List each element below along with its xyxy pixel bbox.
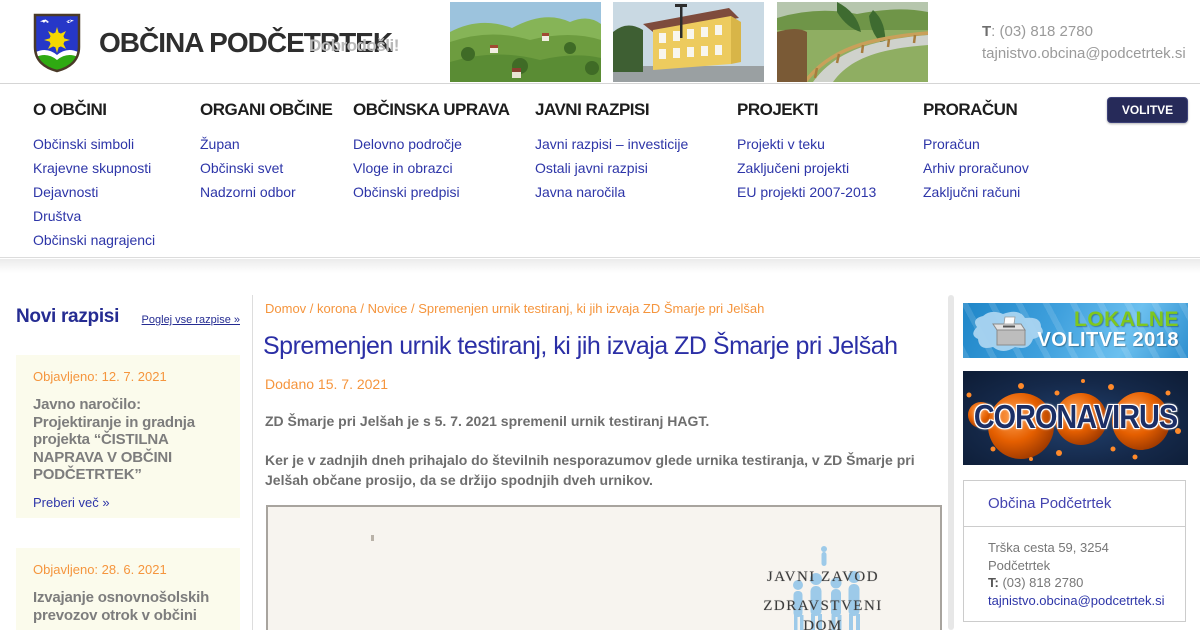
- nav-column-projekti: PROJEKTI Projekti v teku Zaključeni proj…: [737, 100, 876, 204]
- banner-volitve-text: LOKALNE VOLITVE 2018: [1037, 309, 1179, 351]
- razpis-card: Objavljeno: 28. 6. 2021 Izvajanje osnovn…: [16, 548, 240, 630]
- nav-link-vloge-in-obrazci[interactable]: Vloge in obrazci: [353, 156, 510, 180]
- municipality-coat-of-arms-logo[interactable]: [33, 12, 81, 74]
- nav-column-obcinska-uprava: OBČINSKA UPRAVA Delovno področje Vloge i…: [353, 100, 510, 204]
- nav-link-javna-narocila[interactable]: Javna naročila: [535, 180, 688, 204]
- nav-link-drustva[interactable]: Društva: [33, 204, 155, 228]
- nav-link-zakljucni-racuni[interactable]: Zaključni računi: [923, 180, 1029, 204]
- razpis-title[interactable]: Izvajanje osnovnošolskih prevozov otrok …: [33, 589, 224, 624]
- nav-link-eu-projekti[interactable]: EU projekti 2007-2013: [737, 180, 876, 204]
- contact-card-title[interactable]: Občina Podčetrtek: [964, 481, 1185, 527]
- nav-title-proracun[interactable]: PRORAČUN: [923, 100, 1029, 120]
- razpis-published-date: Objavljeno: 12. 7. 2021: [33, 369, 167, 384]
- nav-link-arhiv-proracunov[interactable]: Arhiv proračunov: [923, 156, 1029, 180]
- nav-link-obcinski-predpisi[interactable]: Občinski predpisi: [353, 180, 510, 204]
- contact-card-body: Trška cesta 59, 3254 Podčetrtek T: (03) …: [964, 527, 1185, 609]
- coronavirus-banner[interactable]: CORONAVIRUS: [963, 371, 1188, 465]
- sidebar-title: Novi razpisi: [16, 306, 120, 327]
- article-paragraph: ZD Šmarje pri Jelšah je s 5. 7. 2021 spr…: [265, 413, 710, 429]
- banner-volitve-line2: VOLITVE 2018: [1037, 329, 1179, 351]
- contact-info-card: Občina Podčetrtek Trška cesta 59, 3254 P…: [963, 480, 1186, 622]
- nav-link-proracun[interactable]: Proračun: [923, 132, 1029, 156]
- breadcrumb-separator: /: [407, 301, 419, 316]
- nav-link-nadzorni-odbor[interactable]: Nadzorni odbor: [200, 180, 332, 204]
- main-navigation: O OBČINI Občinski simboli Krajevne skupn…: [0, 84, 1200, 258]
- contact-phone-label: T:: [988, 575, 999, 590]
- lokalne-volitve-banner[interactable]: LOKALNE VOLITVE 2018: [963, 303, 1188, 358]
- sidebar-divider: [252, 295, 253, 630]
- nav-title-obcinska-uprava[interactable]: OBČINSKA UPRAVA: [353, 100, 510, 120]
- nav-column-o-obcini: O OBČINI Občinski simboli Krajevne skupn…: [33, 100, 155, 252]
- banner-coronavirus-text: CORONAVIRUS: [973, 398, 1178, 436]
- volitve-2018-button[interactable]: VOLITVE 2018: [1107, 97, 1188, 141]
- scanned-document-image: JAVNI ZAVOD ZDRAVSTVENI DOM: [266, 505, 942, 630]
- welcome-text: Dobrodošli!: [309, 36, 399, 55]
- breadcrumb: Domov / korona / Novice / Spremenjen urn…: [265, 301, 764, 316]
- page: OBČINA PODČETRTEK Dobrodošli! T: (03) 81…: [0, 0, 1200, 630]
- nav-title-o-obcini[interactable]: O OBČINI: [33, 100, 155, 120]
- nav-title-javni-razpisi[interactable]: JAVNI RAZPISI: [535, 100, 688, 120]
- document-artifact: [371, 535, 374, 541]
- razpis-card: Objavljeno: 12. 7. 2021 Javno naročilo: …: [16, 355, 240, 518]
- header-contact: T: (03) 818 2780 tajnistvo.obcina@podcet…: [982, 21, 1186, 65]
- breadcrumb-link-domov[interactable]: Domov: [265, 301, 306, 316]
- header-phone: T: (03) 818 2780: [982, 21, 1186, 43]
- article-date: Dodano 15. 7. 2021: [265, 376, 388, 392]
- nav-link-zakljuceni-projekti[interactable]: Zaključeni projekti: [737, 156, 876, 180]
- nav-link-delovno-podrocje[interactable]: Delovno področje: [353, 132, 510, 156]
- contact-phone: T: (03) 818 2780: [988, 574, 1165, 592]
- razpis-published-date: Objavljeno: 28. 6. 2021: [33, 562, 167, 577]
- document-text-line: DOM: [803, 618, 843, 630]
- breadcrumb-separator: /: [306, 301, 318, 316]
- read-more-link[interactable]: Preberi več »: [33, 495, 224, 510]
- nav-column-proracun: PRORAČUN Proračun Arhiv proračunov Zaklj…: [923, 100, 1029, 204]
- nav-bottom-shadow: [0, 259, 1200, 273]
- nav-column-javni-razpisi: JAVNI RAZPISI Javni razpisi – investicij…: [535, 100, 688, 204]
- nav-link-obcinski-simboli[interactable]: Občinski simboli: [33, 132, 155, 156]
- nav-title-organi-obcine[interactable]: ORGANI OBČINE: [200, 100, 333, 120]
- header-photo-building: [613, 2, 764, 82]
- contact-email-link[interactable]: tajnistvo.obcina@podcetrtek.si: [988, 592, 1165, 610]
- header-email-link[interactable]: tajnistvo.obcina@podcetrtek.si: [982, 43, 1186, 65]
- nav-link-dejavnosti[interactable]: Dejavnosti: [33, 180, 155, 204]
- breadcrumb-separator: /: [356, 301, 368, 316]
- header-photo-hillside: [450, 2, 601, 82]
- zdravstveni-dom-people-logo-icon: [793, 546, 860, 630]
- article-paragraph: Ker je v zadnjih dneh prihajalo do števi…: [265, 452, 915, 488]
- phone-number: : (03) 818 2780: [991, 23, 1093, 40]
- breadcrumb-link-novice[interactable]: Novice: [368, 301, 408, 316]
- slovenia-map-ballot-icon: [973, 311, 1043, 351]
- nav-link-projekti-v-teku[interactable]: Projekti v teku: [737, 132, 876, 156]
- header-photo-road: [777, 2, 928, 82]
- nav-title-projekti[interactable]: PROJEKTI: [737, 100, 876, 120]
- nav-link-ostali-javni-razpisi[interactable]: Ostali javni razpisi: [535, 156, 688, 180]
- nav-link-javni-razpisi-investicije[interactable]: Javni razpisi – investicije: [535, 132, 688, 156]
- razpis-title[interactable]: Javno naročilo: Projektiranje in gradnja…: [33, 396, 224, 484]
- nav-link-obcinski-nagrajenci[interactable]: Občinski nagrajenci: [33, 228, 155, 252]
- phone-label: T: [982, 23, 992, 40]
- nav-link-zupan[interactable]: Župan: [200, 132, 332, 156]
- header: OBČINA PODČETRTEK Dobrodošli! T: (03) 81…: [0, 0, 1200, 84]
- document-text-line: JAVNI ZAVOD: [766, 569, 880, 585]
- contact-phone-number: (03) 818 2780: [998, 575, 1084, 590]
- banner-volitve-line1: LOKALNE: [1074, 308, 1179, 331]
- document-text-line: ZDRAVSTVENI: [763, 598, 883, 614]
- nav-link-obcinski-svet[interactable]: Občinski svet: [200, 156, 332, 180]
- contact-address: Trška cesta 59, 3254 Podčetrtek: [988, 540, 1109, 573]
- nav-link-krajevne-skupnosti[interactable]: Krajevne skupnosti: [33, 156, 155, 180]
- breadcrumb-link-korona[interactable]: korona: [317, 301, 357, 316]
- article-title: Spremenjen urnik testiranj, ki jih izvaj…: [263, 332, 898, 360]
- nav-column-organi-obcine: ORGANI OBČINE Župan Občinski svet Nadzor…: [200, 100, 333, 204]
- view-all-razpisi-link[interactable]: Poglej vse razpise »: [120, 314, 240, 326]
- breadcrumb-current: Spremenjen urnik testiranj, ki jih izvaj…: [418, 301, 765, 316]
